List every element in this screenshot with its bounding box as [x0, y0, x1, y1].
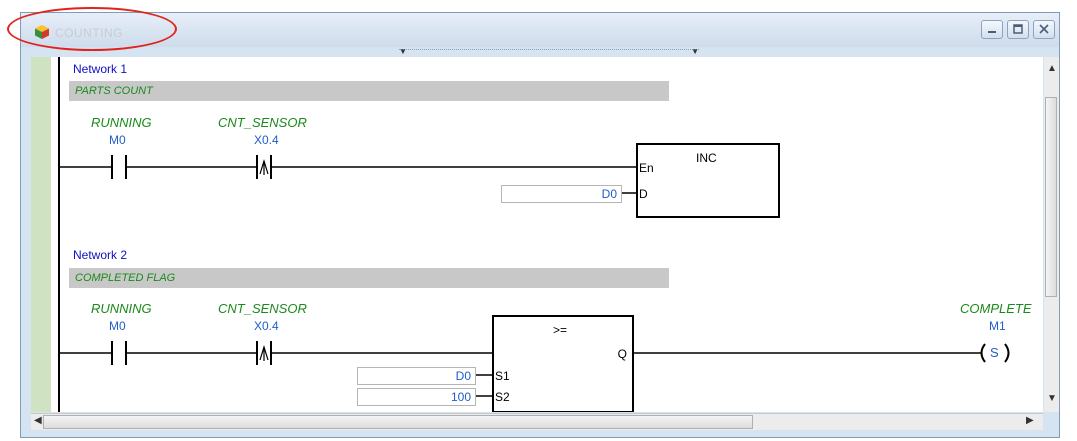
vertical-scrollbar[interactable]: ▲ ▼: [1044, 57, 1059, 412]
network-2-comment[interactable]: COMPLETED FLAG: [69, 268, 669, 288]
close-icon: [1039, 24, 1049, 34]
scroll-down-icon[interactable]: ▼: [1047, 393, 1057, 404]
close-button[interactable]: [1033, 20, 1055, 39]
ladder-editor-window: COUNTING ▼ ▼ Network 1 PARTS COUNT RUNNI…: [7, 7, 1060, 438]
restore-icon: [1013, 24, 1023, 34]
annotation-ellipse: [7, 7, 177, 51]
set-coil-icon[interactable]: S: [990, 345, 999, 360]
ladder-diagram-area[interactable]: Network 1 PARTS COUNT RUNNING M0 CNT_SEN…: [31, 57, 1043, 412]
n2-coil-tag: COMPLETE: [960, 301, 1032, 316]
compare-s2-pin: S2: [495, 390, 510, 404]
inc-function-block[interactable]: INC En D: [636, 143, 780, 218]
title-bar[interactable]: COUNTING: [7, 7, 1059, 51]
n2-contact-1-address: M0: [109, 319, 126, 333]
compare-function-block[interactable]: >= Q S1 S2: [492, 315, 634, 412]
n2-contact-1-tag: RUNNING: [91, 301, 152, 316]
network-2-label: Network 2: [73, 248, 128, 262]
horizontal-scrollbar[interactable]: ◀ ▶: [31, 413, 1043, 430]
minimize-button[interactable]: [981, 20, 1003, 39]
n2-contact-2-address: X0.4: [254, 319, 279, 333]
inc-d-pin: D: [639, 187, 648, 201]
restore-button[interactable]: [1007, 20, 1029, 39]
compare-block-title: >=: [553, 323, 568, 337]
horizontal-scroll-thumb[interactable]: [43, 415, 753, 429]
minimize-icon: [988, 31, 996, 33]
n2-contact-2-tag: CNT_SENSOR: [218, 301, 307, 316]
pane-splitter[interactable]: ▼ ▼: [399, 47, 699, 56]
scroll-right-icon[interactable]: ▶: [1026, 415, 1034, 426]
splitter-right-chevron-icon: ▼: [691, 47, 699, 56]
n2-coil-address: M1: [989, 319, 1006, 333]
inc-d-operand-field[interactable]: D0: [501, 185, 622, 203]
compare-s1-pin: S1: [495, 369, 510, 383]
compare-s1-operand-field[interactable]: D0: [357, 367, 476, 385]
splitter-left-chevron-icon: ▼: [399, 47, 407, 56]
scroll-left-icon[interactable]: ◀: [34, 415, 42, 426]
vertical-scroll-thumb[interactable]: [1045, 97, 1057, 297]
inc-en-pin: En: [639, 161, 654, 175]
compare-s2-operand-field[interactable]: 100: [357, 388, 476, 406]
inc-block-title: INC: [696, 151, 717, 165]
scroll-up-icon[interactable]: ▲: [1047, 63, 1057, 74]
compare-q-pin: Q: [617, 347, 627, 361]
